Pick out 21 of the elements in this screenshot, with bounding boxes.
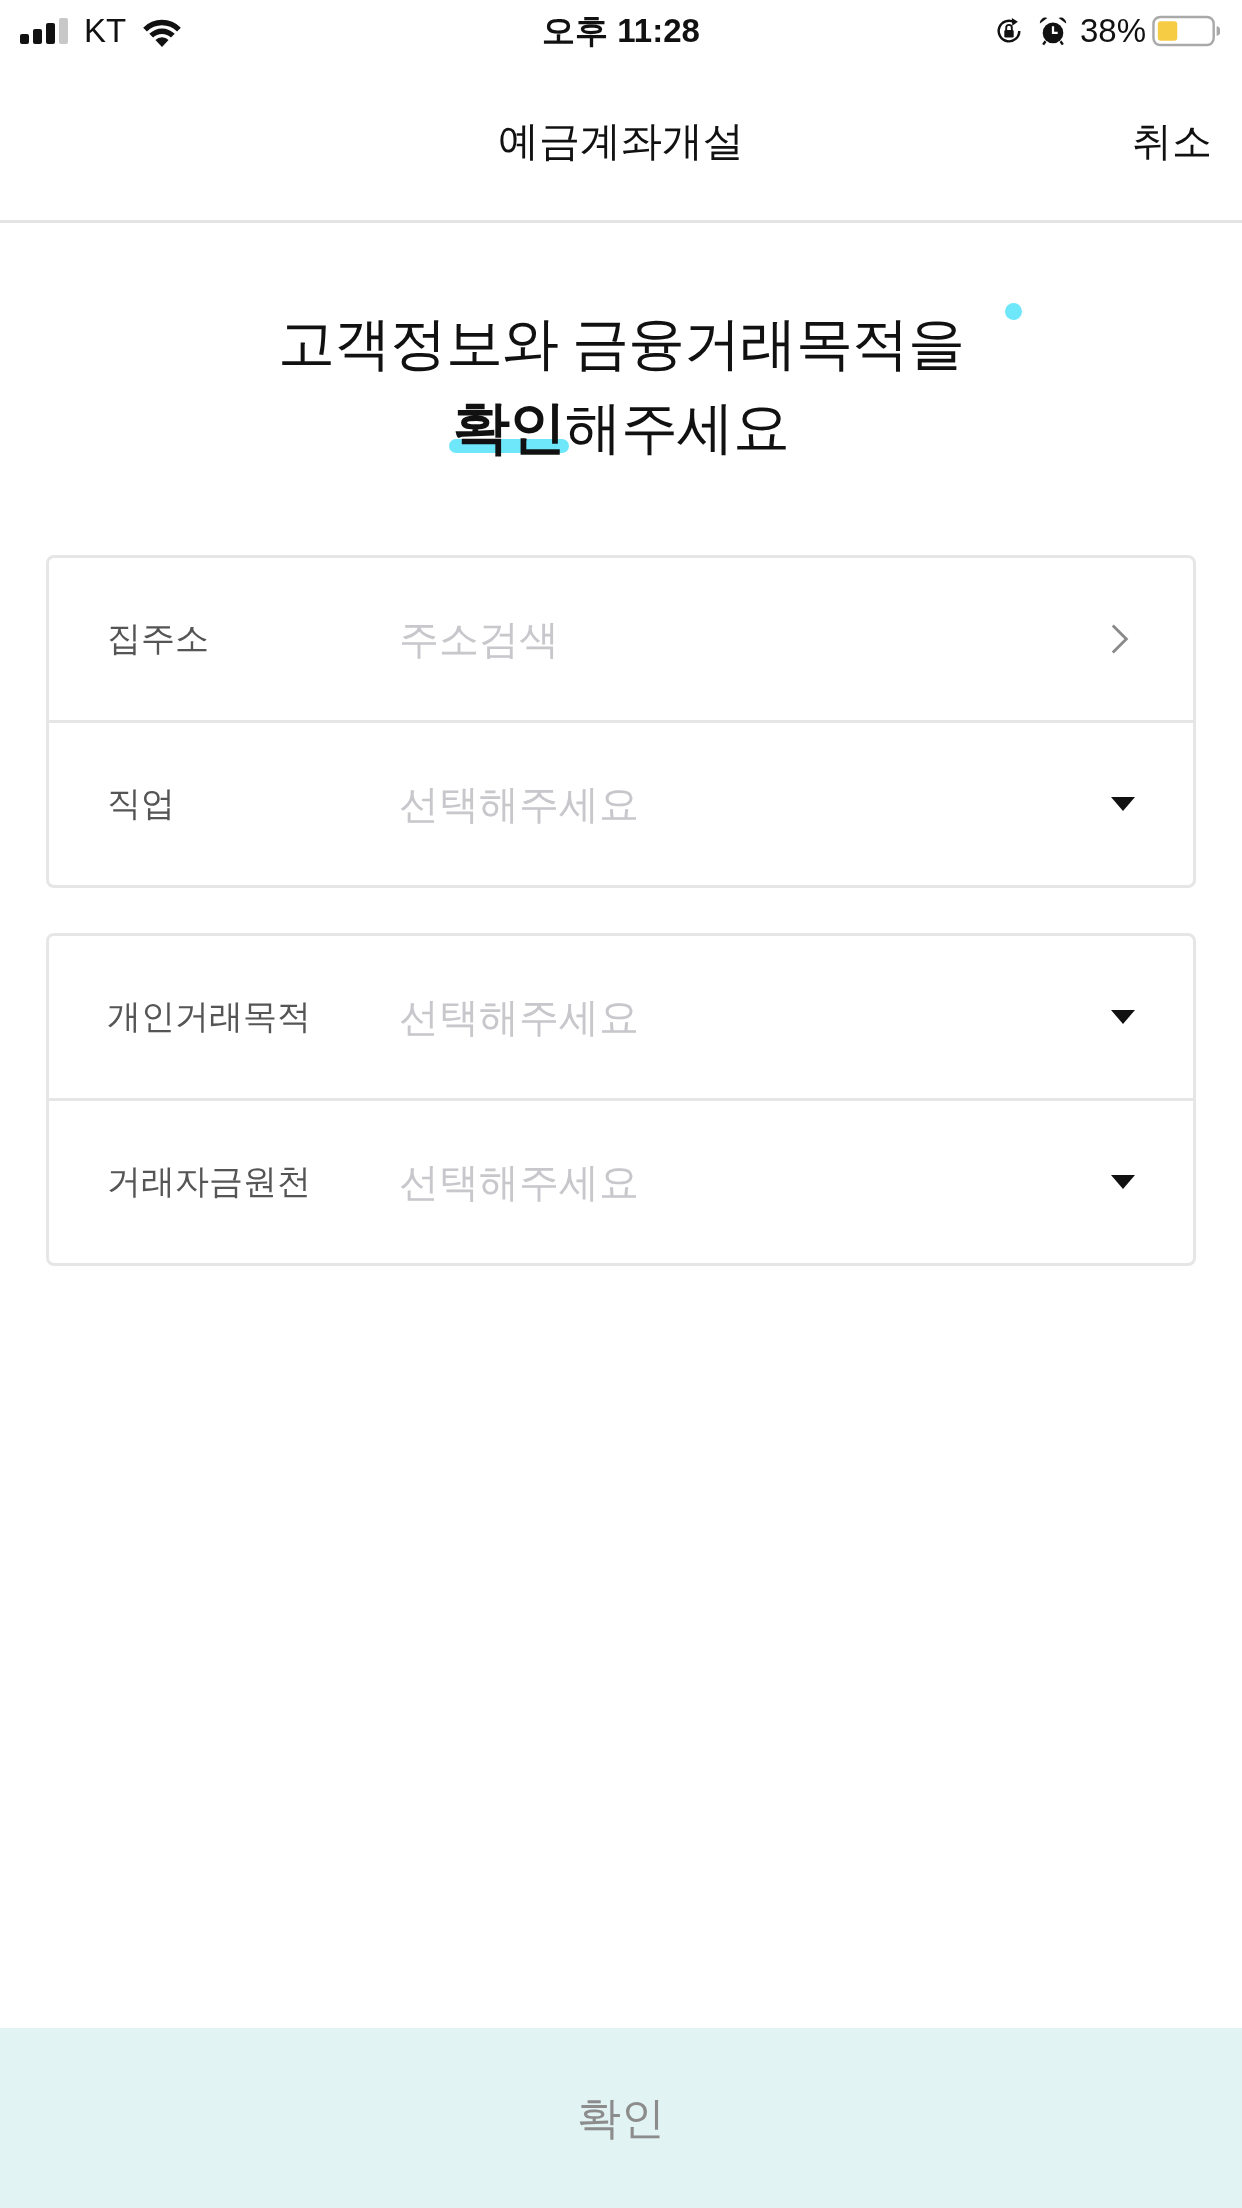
search-field[interactable]: 주소검색 bbox=[399, 608, 1111, 670]
battery-percentage: 38% bbox=[1079, 12, 1146, 50]
dot-icon bbox=[1004, 303, 1022, 320]
caret-down-icon[interactable] bbox=[1111, 797, 1135, 811]
signal-icon bbox=[20, 18, 70, 44]
alarm-clock-icon bbox=[1037, 16, 1068, 46]
field-label: 거래자금원천 bbox=[107, 1161, 312, 1202]
carrier-name: KT bbox=[84, 12, 127, 50]
chevron-right-icon[interactable] bbox=[1111, 623, 1129, 655]
dropdown-field[interactable]: 선택해주세요 bbox=[399, 986, 1111, 1048]
cancel-button[interactable]: 취소 bbox=[1132, 107, 1212, 175]
caret-down-icon[interactable] bbox=[1111, 1010, 1135, 1024]
screen-title: 예금계좌개설 bbox=[498, 116, 744, 166]
field-label: 개인거래목적 bbox=[107, 996, 312, 1037]
status-time: 오후 11:28 bbox=[542, 10, 700, 51]
field-label: 집주소 bbox=[107, 618, 210, 659]
field-label: 직업 bbox=[107, 783, 176, 824]
dropdown-field[interactable]: 선택해주세요 bbox=[399, 1151, 1111, 1213]
caret-down-icon[interactable] bbox=[1111, 1175, 1135, 1189]
dropdown-field[interactable]: 선택해주세요 bbox=[399, 773, 1111, 835]
battery-icon bbox=[1152, 15, 1220, 47]
